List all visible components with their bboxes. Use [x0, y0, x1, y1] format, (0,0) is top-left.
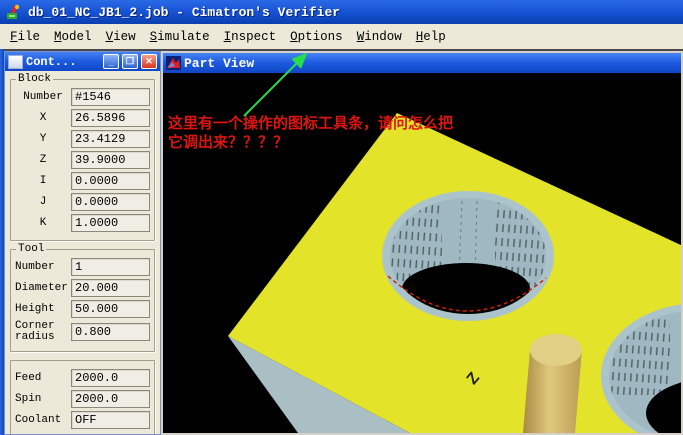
minimize-button[interactable]: _	[103, 54, 119, 69]
mdi-workspace: Cont... _ ❐ ✕ Block Number #1546 X 26.58…	[0, 49, 683, 435]
part-view-window: Part View 这里有一个操作的图标工具条，请问怎么把它调出来？？？？ Z	[161, 51, 683, 435]
field-row: Height 50.000	[15, 300, 150, 318]
control-panel-title: Cont...	[26, 54, 77, 69]
tool-group-label: Tool	[16, 243, 47, 255]
field-label: I	[39, 174, 47, 187]
field-row: Feed 2000.0	[15, 369, 150, 387]
field-row: X 26.5896	[15, 109, 150, 127]
block-group: Block Number #1546 X 26.5896 Y 23.4129 Z…	[10, 73, 155, 241]
field-label: Corner radius	[15, 320, 55, 343]
field-row: Corner radius 0.800	[15, 321, 150, 343]
main-titlebar[interactable]: db_01_NC_JB1_2.job - Cimatron's Verifier	[0, 0, 683, 24]
tool-number-field[interactable]: 1	[71, 258, 150, 276]
tool-height-field[interactable]: 50.000	[71, 300, 150, 318]
close-button[interactable]: ✕	[141, 54, 157, 69]
block-z-field[interactable]: 39.9000	[71, 151, 150, 169]
control-panel-window: Cont... _ ❐ ✕ Block Number #1546 X 26.58…	[4, 51, 161, 435]
block-i-field[interactable]: 0.0000	[71, 172, 150, 190]
menu-simulate[interactable]: Simulate	[143, 27, 217, 47]
control-panel-titlebar[interactable]: Cont... _ ❐ ✕	[5, 52, 160, 71]
tool-group: Tool Number 1 Diameter 20.000 Height 50.…	[10, 243, 155, 352]
part-view-icon	[166, 56, 181, 70]
block-x-field[interactable]: 26.5896	[71, 109, 150, 127]
feed-field[interactable]: 2000.0	[71, 369, 150, 387]
field-label: Spin	[15, 392, 42, 405]
field-label: Feed	[15, 371, 42, 384]
block-group-label: Block	[16, 73, 54, 85]
field-row: Y 23.4129	[15, 130, 150, 148]
block-number-field[interactable]: #1546	[71, 88, 150, 106]
menu-inspect[interactable]: Inspect	[217, 27, 284, 47]
maximize-button[interactable]: ❐	[122, 54, 138, 69]
block-k-field[interactable]: 1.0000	[71, 214, 150, 232]
menu-file[interactable]: File	[3, 27, 47, 47]
field-label: Z	[39, 153, 47, 166]
field-label: X	[39, 111, 47, 124]
field-label: Coolant	[15, 413, 62, 426]
field-row: Z 39.9000	[15, 151, 150, 169]
block-y-field[interactable]: 23.4129	[71, 130, 150, 148]
field-row: Number #1546	[15, 88, 150, 106]
field-row: Spin 2000.0	[15, 390, 150, 408]
coolant-field[interactable]: OFF	[71, 411, 150, 429]
annotation-text: 这里有一个操作的图标工具条，请问怎么把它调出来？？？？	[168, 115, 454, 151]
field-label: Y	[39, 132, 47, 145]
menu-help[interactable]: Help	[409, 27, 453, 47]
field-row: J 0.0000	[15, 193, 150, 211]
tool-corner-radius-field[interactable]: 0.800	[71, 323, 150, 341]
spin-field[interactable]: 2000.0	[71, 390, 150, 408]
field-row: Number 1	[15, 258, 150, 276]
feed-group: Feed 2000.0 Spin 2000.0 Coolant OFF	[10, 360, 155, 434]
menu-model[interactable]: Model	[47, 27, 99, 47]
field-label: Diameter	[15, 281, 68, 294]
field-row: Diameter 20.000	[15, 279, 150, 297]
window-title: db_01_NC_JB1_2.job - Cimatron's Verifier	[28, 4, 341, 20]
control-panel-sysmenu-icon[interactable]	[8, 54, 23, 69]
field-label: J	[39, 195, 47, 208]
field-row: K 1.0000	[15, 214, 150, 232]
field-label: Number	[15, 260, 55, 273]
part-view-titlebar[interactable]: Part View	[163, 53, 681, 73]
field-label: Height	[15, 302, 55, 315]
menu-window[interactable]: Window	[350, 27, 409, 47]
cylinder-boss	[523, 334, 582, 433]
part-view-title: Part View	[184, 55, 255, 71]
field-label: K	[39, 216, 47, 229]
field-row: Coolant OFF	[15, 411, 150, 429]
menu-view[interactable]: View	[99, 27, 143, 47]
tool-diameter-field[interactable]: 20.000	[71, 279, 150, 297]
menu-options[interactable]: Options	[283, 27, 350, 47]
block-j-field[interactable]: 0.0000	[71, 193, 150, 211]
app-icon	[7, 4, 20, 19]
3d-viewport[interactable]: 这里有一个操作的图标工具条，请问怎么把它调出来？？？？ Z	[163, 73, 681, 433]
field-row: I 0.0000	[15, 172, 150, 190]
field-label: Number	[23, 90, 63, 103]
menu-bar: File Model View Simulate Inspect Options…	[0, 24, 683, 50]
